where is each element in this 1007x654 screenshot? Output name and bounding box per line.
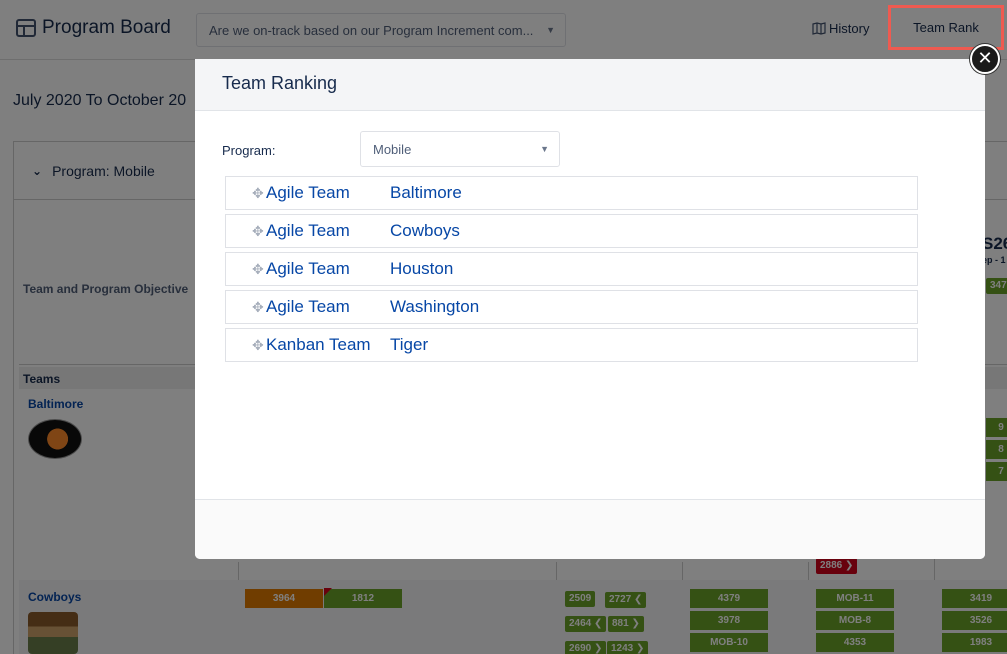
rank-item[interactable]: ✥ Agile Team Baltimore: [225, 176, 918, 210]
modal-title: Team Ranking: [222, 73, 338, 93]
team-type: Agile Team: [266, 221, 350, 240]
modal-body: Program: Mobile ▼ ✥ Agile Team Baltimore…: [195, 111, 985, 498]
rank-item[interactable]: ✥ Agile Team Houston: [225, 252, 918, 286]
team-type: Agile Team: [266, 297, 350, 316]
program-select[interactable]: Mobile ▼: [360, 131, 560, 167]
team-type: Agile Team: [266, 259, 350, 278]
program-field-label: Program:: [222, 143, 276, 158]
program-select-value: Mobile: [373, 142, 412, 157]
team-name: Washington: [390, 297, 480, 316]
modal-header: Team Ranking: [195, 59, 985, 111]
close-icon: ✕: [977, 48, 993, 68]
team-name: Baltimore: [390, 183, 462, 202]
drag-handle-icon[interactable]: ✥: [252, 185, 266, 202]
rank-item[interactable]: ✥ Agile Team Washington: [225, 290, 918, 324]
team-ranking-modal: Team Ranking Program: Mobile ▼ ✥ Agile T…: [195, 59, 985, 559]
team-name: Houston: [390, 259, 454, 278]
drag-handle-icon[interactable]: ✥: [252, 261, 266, 278]
team-type: Kanban Team: [266, 335, 371, 354]
rank-item[interactable]: ✥ Agile Team Cowboys: [225, 214, 918, 248]
team-type: Agile Team: [266, 183, 350, 202]
team-rank-list: ✥ Agile Team Baltimore ✥ Agile Team Cowb…: [225, 176, 918, 366]
team-name: Tiger: [390, 335, 429, 354]
modal-footer: [195, 499, 985, 559]
drag-handle-icon[interactable]: ✥: [252, 337, 266, 354]
drag-handle-icon[interactable]: ✥: [252, 299, 266, 316]
close-modal-button[interactable]: ✕: [970, 44, 1000, 74]
drag-handle-icon[interactable]: ✥: [252, 223, 266, 240]
team-name: Cowboys: [390, 221, 460, 240]
rank-item[interactable]: ✥ Kanban Team Tiger: [225, 328, 918, 362]
caret-down-icon: ▼: [540, 144, 549, 154]
